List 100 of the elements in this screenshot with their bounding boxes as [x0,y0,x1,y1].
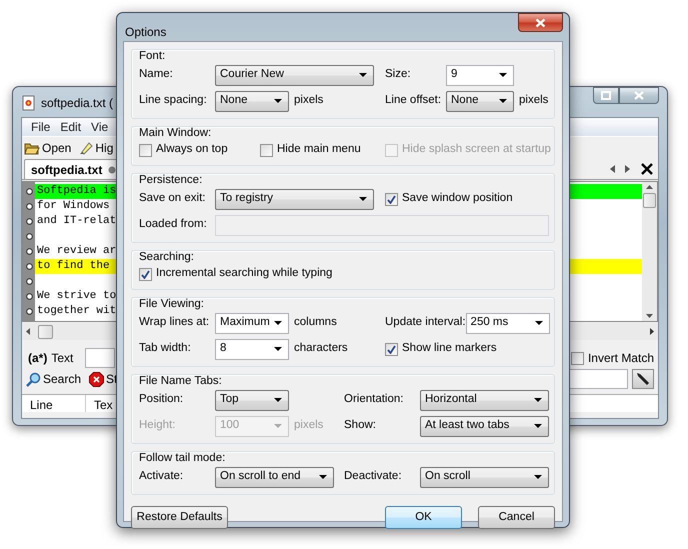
marker-icon [79,140,94,154]
field-label: columns [294,315,337,330]
field-label: Orientation: [344,392,404,408]
line-marker-icon [26,218,32,225]
stop-icon [89,372,104,386]
dialog-button[interactable]: Restore Defaults [131,506,228,529]
field-label: Save on exit: [139,191,206,206]
menu-item[interactable]: Edit [55,118,86,136]
close-button[interactable] [619,87,659,104]
right-arrow-icon [650,328,654,335]
checkbox[interactable]: Incremental searching while typing [139,265,332,283]
line-marker-icon [26,203,32,210]
text-line: for Windows [36,200,110,212]
maximize-icon [601,91,611,100]
dropdown[interactable]: None [446,90,514,112]
dropdown[interactable]: At least two tabs [420,416,549,436]
scroll-thumb[interactable] [643,193,656,208]
caret-icon [274,398,282,402]
scroll-thumb[interactable] [38,324,53,338]
line-marker-icon [26,263,32,270]
caret-icon [359,73,367,77]
checkbox[interactable]: Show line markers [385,340,497,358]
scrollbar[interactable] [642,182,657,321]
close-button[interactable] [518,13,563,32]
field-label: Loaded from: [139,217,207,232]
menu-item[interactable]: File [26,118,56,136]
line-marker-icon [26,278,32,285]
dot-icon [108,166,116,174]
field-label: pixels [519,93,548,108]
caret-icon [499,99,507,103]
field-label: characters [294,341,348,356]
dropdown[interactable]: Top [215,390,289,410]
caret-icon [359,197,367,201]
field-label: Text [51,350,74,367]
field-label: Name: [139,67,173,82]
dropdown[interactable]: 8 [215,338,289,360]
maximize-button[interactable] [593,87,619,104]
group-title: Persistence: [139,174,204,186]
field-label: Position: [139,392,184,408]
left-arrow-icon[interactable] [608,164,616,174]
caret-icon [534,398,542,402]
down-arrow-icon [646,314,653,318]
text-line: We review ar [36,245,116,257]
menu-item[interactable]: Vie [86,118,114,136]
field-label: pixels [294,93,324,108]
field-label: Line spacing: [139,93,207,108]
dialog-button[interactable]: Cancel [478,506,555,529]
checkbox[interactable]: Hide main menu [260,141,361,159]
group-title: Follow tail mode: [139,452,226,464]
dropdown[interactable]: 9 [446,64,514,86]
text-line: to find the [36,260,110,272]
left-arrow-icon [26,328,30,335]
field-label: Wrap lines at: [139,315,210,330]
action-button[interactable]: Search [24,370,84,388]
line-marker-icon [26,293,32,300]
group-title: File Name Tabs: [139,375,223,387]
field-label: Activate: [139,469,184,484]
text-line: Softpedia is [36,185,116,197]
dropdown[interactable]: None [215,90,289,112]
check-icon [387,344,396,354]
caret-icon [534,424,542,428]
text-line: We strive to [36,290,116,302]
dropdown[interactable]: On scroll to end [215,466,334,488]
text-field[interactable] [85,348,116,368]
dialog-title: Options [125,24,166,41]
close-icon [535,18,546,28]
dropdown[interactable]: To registry [215,188,374,210]
toolbar-button[interactable]: Open [22,138,74,156]
text-line: together wit [36,305,116,317]
pencil-icon [636,372,650,386]
checkbox[interactable]: Invert Match [570,349,658,367]
pencil-button[interactable] [632,369,654,389]
caret-icon [499,73,507,77]
check-icon [387,194,396,204]
checkbox[interactable]: Always on top [139,141,228,159]
field-label: Line offset: [385,93,442,108]
caret-icon [534,475,542,479]
right-arrow-icon[interactable] [624,164,632,174]
dropdown[interactable]: 250 ms [466,312,550,334]
folder-icon [24,140,40,154]
caret-icon [274,99,282,103]
line-marker-icon [26,308,32,315]
dropdown[interactable]: Horizontal [420,390,549,410]
close-icon[interactable] [640,162,654,176]
checkbox[interactable]: Save window position [385,190,513,208]
field-label: Show: [344,418,376,434]
line-marker-icon [26,248,32,255]
dropdown[interactable]: Courier New [215,64,374,86]
caret-icon [274,347,282,351]
column-header[interactable]: Line [22,395,86,412]
dropdown[interactable]: Maximum [215,312,289,334]
regex-label: (a*) [28,350,48,367]
search-icon [26,372,41,386]
toolbar-button[interactable]: Hig [77,138,116,156]
group-title: Main Window: [139,127,212,139]
field-label: Update interval: [385,315,466,330]
dialog-button[interactable]: OK [385,506,462,529]
document-icon [21,95,37,111]
dropdown[interactable]: On scroll [420,466,549,488]
caret-icon [274,424,282,428]
